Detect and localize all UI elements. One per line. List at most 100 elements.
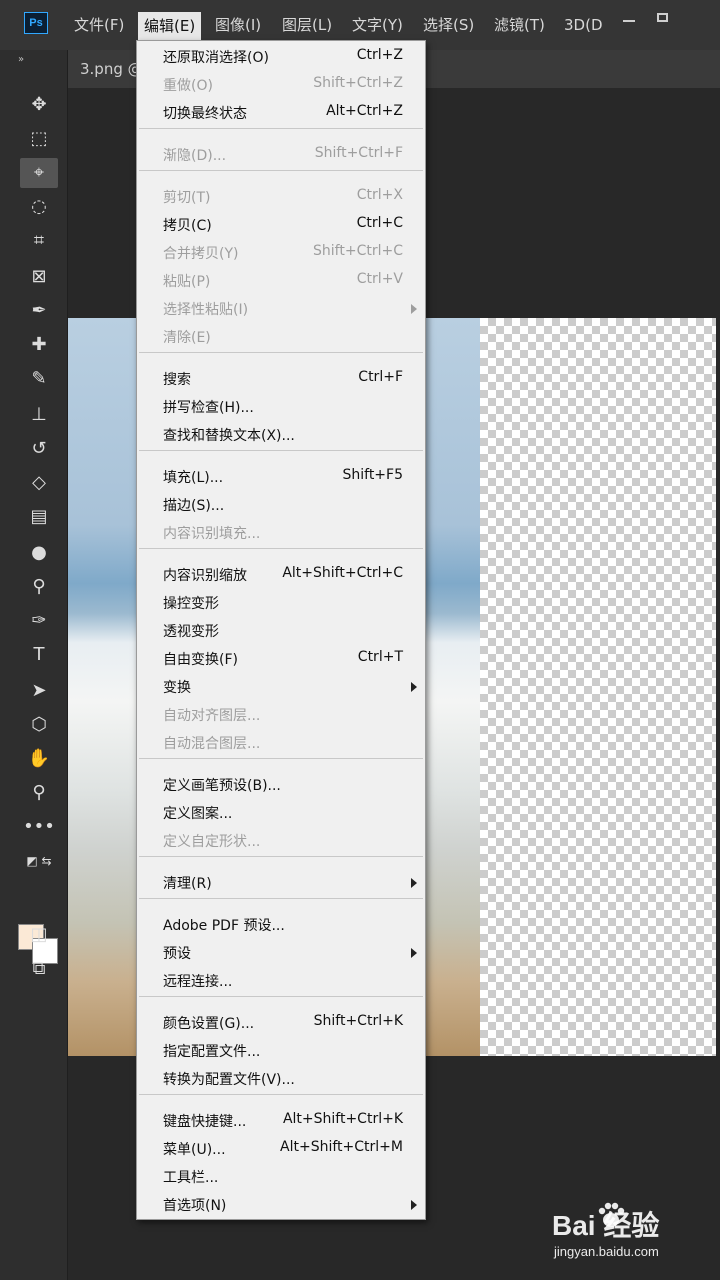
menu-image[interactable]: 图像(I) — [215, 14, 261, 36]
menu-item[interactable]: 定义自定形状... — [137, 827, 425, 855]
menu-item[interactable]: 清理(R) — [137, 869, 425, 897]
menu-item[interactable]: 粘贴(P) Ctrl+V — [137, 267, 425, 295]
restore-icon[interactable] — [652, 10, 674, 26]
menu-item[interactable]: 清除(E) — [137, 323, 425, 351]
menu-item[interactable]: 自动对齐图层... — [137, 701, 425, 729]
menu-layer[interactable]: 图层(L) — [282, 14, 332, 36]
menu-item[interactable]: 搜索 Ctrl+F — [137, 365, 425, 393]
canvas-transparent-area[interactable] — [480, 318, 716, 1056]
menu-item[interactable]: 转换为配置文件(V)... — [137, 1065, 425, 1093]
menu-item-label: 自动对齐图层... — [163, 708, 261, 724]
menu-type[interactable]: 文字(Y) — [352, 14, 403, 36]
frame-icon[interactable]: ⊠ — [20, 262, 58, 292]
move-icon[interactable]: ✥ — [20, 90, 58, 120]
lasso-icon[interactable]: ⌖ — [20, 158, 58, 188]
crop-icon[interactable]: ⌗ — [20, 226, 58, 256]
menu-item-label: 重做(O) — [163, 78, 213, 94]
menu-item[interactable]: 指定配置文件... — [137, 1037, 425, 1065]
dodge-icon[interactable]: ⚲ — [20, 572, 58, 602]
menu-item-label: 拼写检查(H)... — [163, 400, 254, 416]
menu-item[interactable]: Adobe PDF 预设... — [137, 911, 425, 939]
menu-item[interactable]: 操控变形 — [137, 589, 425, 617]
brush-icon[interactable]: ✎ — [20, 364, 58, 394]
menu-item[interactable]: 还原取消选择(O) Ctrl+Z — [137, 43, 425, 71]
menu-item-shortcut: Shift+Ctrl+F — [314, 145, 403, 161]
menu-item-label: 内容识别填充... — [163, 526, 261, 542]
stamp-icon[interactable]: ⊥ — [20, 400, 58, 430]
menu-item[interactable]: 剪切(T) Ctrl+X — [137, 183, 425, 211]
menu-item[interactable]: 变换 — [137, 673, 425, 701]
eraser-icon[interactable]: ◇ — [20, 468, 58, 498]
menu-item[interactable]: 自由变换(F) Ctrl+T — [137, 645, 425, 673]
quick-mask-icon[interactable]: ◫ — [20, 920, 58, 950]
healing-icon[interactable]: ✚ — [20, 330, 58, 360]
hand-icon[interactable]: ✋ — [20, 744, 58, 774]
menu-item[interactable]: 拷贝(C) Ctrl+C — [137, 211, 425, 239]
menu-item-shortcut: Shift+Ctrl+Z — [313, 75, 403, 91]
shape-icon[interactable]: ⬡ — [20, 710, 58, 740]
menu-item[interactable]: 工具栏... — [137, 1163, 425, 1191]
menu-item-label: 菜单(U)... — [163, 1142, 226, 1158]
swap-colors-icon[interactable]: ◩ ⇆ — [20, 846, 58, 876]
menu-separator — [139, 856, 423, 857]
baidu-jingyan-watermark: Bai 经验 jingyan.baidu.com — [552, 1198, 712, 1268]
gradient-icon[interactable]: ▤ — [20, 502, 58, 532]
marquee-icon[interactable]: ⬚ — [20, 124, 58, 154]
menu-separator — [139, 128, 423, 129]
menu-item[interactable]: 键盘快捷键... Alt+Shift+Ctrl+K — [137, 1107, 425, 1135]
menu-item[interactable]: 远程连接... — [137, 967, 425, 995]
menu-item[interactable]: 描边(S)... — [137, 491, 425, 519]
menu-select[interactable]: 选择(S) — [423, 14, 474, 36]
menu-item-shortcut: Alt+Shift+Ctrl+K — [282, 1111, 403, 1127]
menu-item-label: 颜色设置(G)... — [163, 1016, 255, 1032]
menu-item[interactable]: 透视变形 — [137, 617, 425, 645]
menu-item[interactable]: 切换最终状态 Alt+Ctrl+Z — [137, 99, 425, 127]
menu-item[interactable]: 菜单(U)... Alt+Shift+Ctrl+M — [137, 1135, 425, 1163]
menu-item[interactable]: 查找和替换文本(X)... — [137, 421, 425, 449]
screen-mode-icon[interactable]: ⧉ — [20, 954, 58, 984]
menu-item-shortcut: Ctrl+T — [357, 649, 403, 665]
menu-item-label: 渐隐(D)... — [163, 148, 227, 164]
type-icon[interactable]: T — [20, 640, 58, 670]
quick-select-icon[interactable]: ◌ — [20, 192, 58, 222]
menu-item[interactable]: 填充(L)... Shift+F5 — [137, 463, 425, 491]
menu-item[interactable]: 自动混合图层... — [137, 729, 425, 757]
menu-3d[interactable]: 3D(D — [564, 14, 603, 36]
document-tab[interactable]: 3.png @ — [80, 60, 143, 78]
collapse-arrows-icon[interactable]: » — [18, 54, 24, 65]
menu-separator — [139, 352, 423, 353]
minimize-icon[interactable] — [618, 10, 640, 26]
zoom-icon[interactable]: ⚲ — [20, 778, 58, 808]
menu-item[interactable]: 拼写检查(H)... — [137, 393, 425, 421]
menu-item-shortcut: Alt+Ctrl+Z — [326, 103, 403, 119]
pen-icon[interactable]: ✑ — [20, 606, 58, 636]
history-brush-icon[interactable]: ↺ — [20, 434, 58, 464]
menu-edit[interactable]: 编辑(E) — [138, 12, 202, 40]
submenu-arrow-icon — [411, 878, 417, 888]
menu-item[interactable]: 选择性粘贴(I) — [137, 295, 425, 323]
more-icon[interactable]: ••• — [20, 812, 58, 842]
menu-item[interactable]: 首选项(N) — [137, 1191, 425, 1219]
menu-item[interactable]: 内容识别缩放 Alt+Shift+Ctrl+C — [137, 561, 425, 589]
watermark-title: Bai 经验 — [552, 1210, 660, 1241]
menu-file[interactable]: 文件(F) — [74, 14, 124, 36]
menu-item-shortcut: Shift+F5 — [342, 467, 403, 483]
blur-icon[interactable]: ● — [20, 538, 58, 568]
menu-item-label: 剪切(T) — [163, 190, 211, 206]
menu-separator — [139, 450, 423, 451]
menu-item-label: 变换 — [163, 680, 191, 696]
menu-item[interactable]: 定义画笔预设(B)... — [137, 771, 425, 799]
menu-item[interactable]: 渐隐(D)... Shift+Ctrl+F — [137, 141, 425, 169]
menu-item[interactable]: 颜色设置(G)... Shift+Ctrl+K — [137, 1009, 425, 1037]
path-select-icon[interactable]: ➤ — [20, 676, 58, 706]
menu-item[interactable]: 预设 — [137, 939, 425, 967]
menu-item[interactable]: 合并拷贝(Y) Shift+Ctrl+C — [137, 239, 425, 267]
menu-filter[interactable]: 滤镜(T) — [494, 14, 545, 36]
menu-item-label: 键盘快捷键... — [163, 1114, 247, 1130]
menu-item-shortcut: Alt+Shift+Ctrl+C — [282, 565, 403, 581]
menu-item[interactable]: 内容识别填充... — [137, 519, 425, 547]
eyedropper-icon[interactable]: ✒ — [20, 296, 58, 326]
photoshop-logo: Ps — [24, 12, 48, 34]
menu-item[interactable]: 重做(O) Shift+Ctrl+Z — [137, 71, 425, 99]
menu-item[interactable]: 定义图案... — [137, 799, 425, 827]
